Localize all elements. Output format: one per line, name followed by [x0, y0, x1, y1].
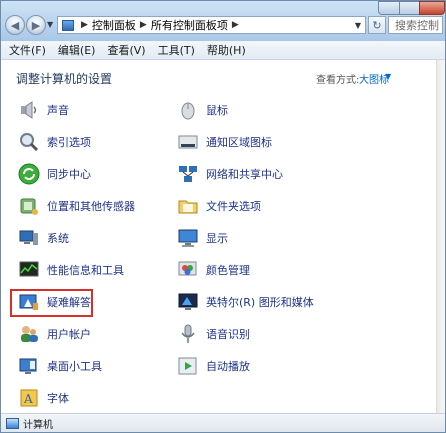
menu-tools[interactable]: 工具(T)	[158, 42, 195, 58]
location-sensor-icon	[20, 198, 38, 215]
item-label: 语音识别	[206, 328, 250, 341]
item-label: 字体	[47, 392, 69, 405]
back-button[interactable]: ◀	[5, 15, 25, 35]
system-computer-icon	[19, 230, 38, 245]
user-accounts-icon	[21, 326, 38, 342]
breadcrumb-separator-icon[interactable]: ▶	[232, 20, 239, 30]
autoplay-icon	[178, 357, 197, 375]
item-network-sharing[interactable]: 网络和共享中心	[177, 162, 283, 186]
item-speech-recognition[interactable]: 语音识别	[177, 322, 250, 346]
microphone-icon	[181, 324, 195, 343]
item-location-sensors[interactable]: 位置和其他传感器	[18, 194, 135, 218]
page-title: 调整计算机的设置	[16, 72, 113, 86]
back-arrow-icon: ◀	[10, 18, 20, 32]
menu-view[interactable]: 查看(V)	[107, 42, 145, 58]
item-notification-icons[interactable]: 通知区域图标	[177, 130, 272, 154]
network-sharing-icon	[179, 166, 197, 182]
refresh-button[interactable]: ↻	[368, 16, 386, 34]
recent-pages-chevron-icon[interactable]: ▼	[47, 20, 53, 29]
vertical-scrollbar[interactable]	[436, 60, 445, 413]
item-folder-options[interactable]: 文件夹选项	[177, 194, 261, 218]
item-label: 声音	[47, 104, 69, 117]
item-label: 显示	[206, 232, 228, 245]
address-bar[interactable]: ▶ 控制面板 ▶ 所有控制面板项 ▶ ▼	[57, 16, 366, 34]
item-label: 自动播放	[206, 360, 250, 373]
computer-icon	[6, 418, 19, 429]
item-mouse[interactable]: 鼠标	[177, 98, 228, 122]
svg-text:A: A	[23, 392, 33, 406]
control-panel-window: ◀ ▶ ▼ ▶ 控制面板 ▶ 所有控制面板项 ▶ ▼ ↻ 搜索控制 文件(F) …	[0, 0, 446, 433]
view-by-label: 查看方式:	[316, 75, 360, 86]
item-system[interactable]: 系统	[18, 226, 69, 250]
item-label: 鼠标	[206, 104, 228, 117]
item-label: 性能信息和工具	[47, 264, 124, 277]
menu-edit[interactable]: 编辑(E)	[58, 42, 96, 58]
item-user-accounts[interactable]: 用户帐户	[18, 322, 91, 346]
indexing-magnifier-icon	[20, 133, 39, 152]
performance-chart-icon	[19, 261, 39, 277]
breadcrumb-control-panel[interactable]: 控制面板	[92, 17, 136, 33]
notification-area-icon	[178, 135, 198, 149]
color-management-icon	[178, 261, 197, 276]
item-label: 英特尔(R) 图形和媒体	[206, 296, 314, 309]
menu-file[interactable]: 文件(F)	[9, 42, 46, 58]
breadcrumb-separator-icon[interactable]: ▶	[81, 20, 88, 30]
item-sync-center[interactable]: 同步中心	[18, 162, 91, 186]
item-label: 文件夹选项	[206, 200, 261, 213]
status-text: 计算机	[23, 420, 53, 431]
chevron-down-icon[interactable]: ▼	[385, 72, 391, 81]
speaker-icon	[21, 101, 37, 119]
highlight-annotation	[10, 289, 93, 317]
sync-center-icon	[18, 163, 40, 185]
item-display[interactable]: 显示	[177, 226, 228, 250]
control-panel-icon	[62, 19, 74, 31]
desktop-gadgets-icon	[19, 358, 37, 374]
item-performance[interactable]: 性能信息和工具	[18, 258, 124, 282]
item-label: 同步中心	[47, 168, 91, 181]
breadcrumb-all-items[interactable]: 所有控制面板项	[151, 17, 228, 33]
item-label: 网络和共享中心	[206, 168, 283, 181]
close-button[interactable]	[419, 1, 445, 15]
status-bar: 计算机	[1, 413, 445, 432]
item-label: 颜色管理	[206, 264, 250, 277]
content-area: 调整计算机的设置 查看方式: 大图标 ▼ 声音 索引选项 同步中心 位置和其他传…	[1, 60, 445, 413]
maximize-button[interactable]	[399, 1, 420, 15]
fonts-icon: A	[20, 389, 38, 407]
item-sound[interactable]: 声音	[18, 98, 69, 122]
item-label: 索引选项	[47, 136, 91, 149]
item-label: 通知区域图标	[206, 136, 272, 149]
item-label: 用户帐户	[47, 328, 91, 341]
breadcrumb-separator-icon[interactable]: ▶	[140, 20, 147, 30]
forward-arrow-icon: ▶	[31, 18, 41, 32]
intel-graphics-icon	[178, 293, 198, 310]
mouse-icon	[181, 102, 195, 120]
item-autoplay[interactable]: 自动播放	[177, 354, 250, 378]
item-label: 系统	[47, 232, 69, 245]
search-input[interactable]: 搜索控制	[388, 16, 443, 34]
menu-help[interactable]: 帮助(H)	[207, 42, 246, 58]
display-monitor-icon	[178, 229, 198, 247]
item-color-management[interactable]: 颜色管理	[177, 258, 250, 282]
folder-options-icon	[178, 200, 198, 214]
menu-bar: 文件(F) 编辑(E) 查看(V) 工具(T) 帮助(H)	[1, 41, 445, 60]
search-placeholder: 搜索控制	[395, 19, 439, 32]
item-indexing-options[interactable]: 索引选项	[18, 130, 91, 154]
item-label: 位置和其他传感器	[47, 200, 135, 213]
refresh-icon: ↻	[372, 18, 382, 32]
address-dropdown-icon[interactable]: ▼	[355, 21, 361, 30]
item-intel-graphics[interactable]: 英特尔(R) 图形和媒体	[177, 290, 314, 314]
minimize-button[interactable]	[378, 1, 400, 15]
title-bar: ◀ ▶ ▼ ▶ 控制面板 ▶ 所有控制面板项 ▶ ▼ ↻ 搜索控制	[1, 1, 445, 41]
forward-button[interactable]: ▶	[26, 15, 46, 35]
item-label: 桌面小工具	[47, 360, 102, 373]
item-fonts[interactable]: A 字体	[18, 386, 69, 410]
item-desktop-gadgets[interactable]: 桌面小工具	[18, 354, 102, 378]
